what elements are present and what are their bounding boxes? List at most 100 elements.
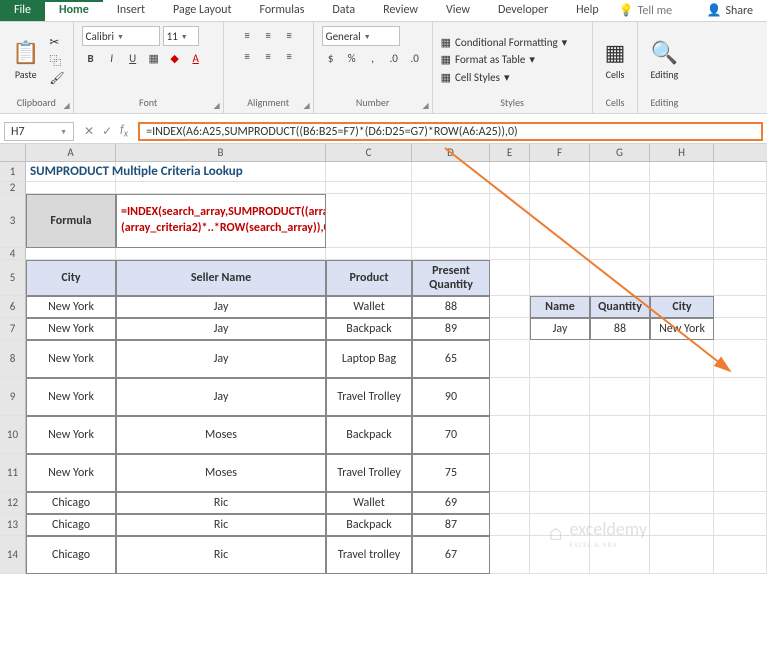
row-header-14[interactable]: 14 xyxy=(0,536,26,574)
col-header-G[interactable]: G xyxy=(590,144,650,161)
percent-button[interactable]: % xyxy=(343,49,361,67)
paste-button[interactable]: 📋Paste xyxy=(8,37,43,83)
cell-r1c6[interactable] xyxy=(530,162,590,182)
cell-r4c3[interactable] xyxy=(326,248,412,260)
tab-page-layout[interactable]: Page Layout xyxy=(159,0,245,21)
cell-r9c8[interactable] xyxy=(650,378,714,416)
tab-formulas[interactable]: Formulas xyxy=(245,0,318,21)
cell-r12c9[interactable] xyxy=(714,492,767,514)
cell-r13c9[interactable] xyxy=(714,514,767,536)
cell-r6c2[interactable]: Jay xyxy=(116,296,326,318)
decrease-decimal-button[interactable]: .0 xyxy=(406,49,424,67)
cell-r12c3[interactable]: Wallet xyxy=(326,492,412,514)
row-header-4[interactable]: 4 xyxy=(0,248,26,260)
cell-r11c9[interactable] xyxy=(714,454,767,492)
cell-r1c8[interactable] xyxy=(650,162,714,182)
cell-r5c9[interactable] xyxy=(714,260,767,296)
italic-button[interactable]: I xyxy=(103,49,121,67)
lookup-qty[interactable]: 88 xyxy=(590,318,650,340)
row-header-8[interactable]: 8 xyxy=(0,340,26,378)
cell-r14c2[interactable]: Ric xyxy=(116,536,326,574)
cell-r6c1[interactable]: New York xyxy=(26,296,116,318)
cell-r7c2[interactable]: Jay xyxy=(116,318,326,340)
cell-r14c1[interactable]: Chicago xyxy=(26,536,116,574)
cell-r8c5[interactable] xyxy=(490,340,530,378)
col-header-D[interactable]: D xyxy=(412,144,490,161)
bold-button[interactable]: B xyxy=(82,49,100,67)
cell-r9c3[interactable]: Travel Trolley xyxy=(326,378,412,416)
hdr-product[interactable]: Product xyxy=(326,260,412,296)
cell-r3c6[interactable] xyxy=(530,194,590,248)
cell-r2c6[interactable] xyxy=(530,182,590,194)
row-header-5[interactable]: 5 xyxy=(0,260,26,296)
cell-r1c4[interactable] xyxy=(412,162,490,182)
cell-r5c6[interactable] xyxy=(530,260,590,296)
title-cell[interactable]: SUMPRODUCT Multiple Criteria Lookup xyxy=(26,162,116,182)
copy-button[interactable]: ⿻ xyxy=(49,52,64,69)
row-header-7[interactable]: 7 xyxy=(0,318,26,340)
lookup-hdr-qty[interactable]: Quantity xyxy=(590,296,650,318)
cell-r1c5[interactable] xyxy=(490,162,530,182)
row-header-9[interactable]: 9 xyxy=(0,378,26,416)
name-box[interactable]: H7▼ xyxy=(4,122,74,141)
cell-r2c9[interactable] xyxy=(714,182,767,194)
cell-r2c1[interactable] xyxy=(26,182,116,194)
alignment-launcher[interactable]: ◢ xyxy=(303,101,309,111)
cell-r13c6[interactable] xyxy=(530,514,590,536)
format-painter-button[interactable]: 🖌 xyxy=(49,71,64,86)
font-name-dropdown[interactable]: Calibri▼ xyxy=(82,26,160,46)
col-header-B[interactable]: B xyxy=(116,144,326,161)
cell-r2c5[interactable] xyxy=(490,182,530,194)
cell-r7c3[interactable]: Backpack xyxy=(326,318,412,340)
cell-r11c7[interactable] xyxy=(590,454,650,492)
font-size-dropdown[interactable]: 11▼ xyxy=(163,26,199,46)
cell-r11c6[interactable] xyxy=(530,454,590,492)
cell-r8c3[interactable]: Laptop Bag xyxy=(326,340,412,378)
cell-r6c3[interactable]: Wallet xyxy=(326,296,412,318)
formula-text-cell[interactable]: =INDEX(search_array,SUMPRODUCT((array_cr… xyxy=(116,194,326,248)
cell-r2c2[interactable] xyxy=(116,182,326,194)
cell-r14c5[interactable] xyxy=(490,536,530,574)
cell-styles-button[interactable]: ▦Cell Styles ▾ xyxy=(441,69,568,87)
cell-r6c4[interactable]: 88 xyxy=(412,296,490,318)
cell-r2c8[interactable] xyxy=(650,182,714,194)
cell-r8c1[interactable]: New York xyxy=(26,340,116,378)
cell-r13c2[interactable]: Ric xyxy=(116,514,326,536)
lookup-name[interactable]: Jay xyxy=(530,318,590,340)
currency-button[interactable]: $ xyxy=(322,49,340,67)
cell-r4c4[interactable] xyxy=(412,248,490,260)
editing-button[interactable]: 🔍Editing xyxy=(646,37,682,83)
cell-r11c1[interactable]: New York xyxy=(26,454,116,492)
cell-r1c7[interactable] xyxy=(590,162,650,182)
cell-r3c3[interactable] xyxy=(326,194,412,248)
cell-r12c1[interactable]: Chicago xyxy=(26,492,116,514)
cell-r11c3[interactable]: Travel Trolley xyxy=(326,454,412,492)
cell-r7c5[interactable] xyxy=(490,318,530,340)
row-header-1[interactable]: 1 xyxy=(0,162,26,182)
cancel-formula-button[interactable]: ✕ xyxy=(84,124,94,139)
cell-r14c6[interactable] xyxy=(530,536,590,574)
conditional-formatting-button[interactable]: ▦Conditional Formatting ▾ xyxy=(441,34,568,52)
cell-r12c8[interactable] xyxy=(650,492,714,514)
cut-button[interactable]: ✂ xyxy=(49,35,64,50)
cell-r12c6[interactable] xyxy=(530,492,590,514)
number-launcher[interactable]: ◢ xyxy=(422,101,428,111)
cell-r8c6[interactable] xyxy=(530,340,590,378)
tab-help[interactable]: Help xyxy=(562,0,613,21)
cell-r6c9[interactable] xyxy=(714,296,767,318)
cell-r5c5[interactable] xyxy=(490,260,530,296)
select-all-corner[interactable] xyxy=(0,144,26,161)
hdr-seller[interactable]: Seller Name xyxy=(116,260,326,296)
fill-color-button[interactable]: ◆ xyxy=(166,49,184,67)
lookup-hdr-city[interactable]: City xyxy=(650,296,714,318)
enter-formula-button[interactable]: ✓ xyxy=(102,124,112,139)
cell-r9c9[interactable] xyxy=(714,378,767,416)
cell-r9c4[interactable]: 90 xyxy=(412,378,490,416)
cell-r8c8[interactable] xyxy=(650,340,714,378)
increase-decimal-button[interactable]: .0 xyxy=(385,49,403,67)
clipboard-launcher[interactable]: ◢ xyxy=(63,101,69,111)
cell-r4c9[interactable] xyxy=(714,248,767,260)
comma-button[interactable]: , xyxy=(364,49,382,67)
row-header-10[interactable]: 10 xyxy=(0,416,26,454)
cell-r13c8[interactable] xyxy=(650,514,714,536)
